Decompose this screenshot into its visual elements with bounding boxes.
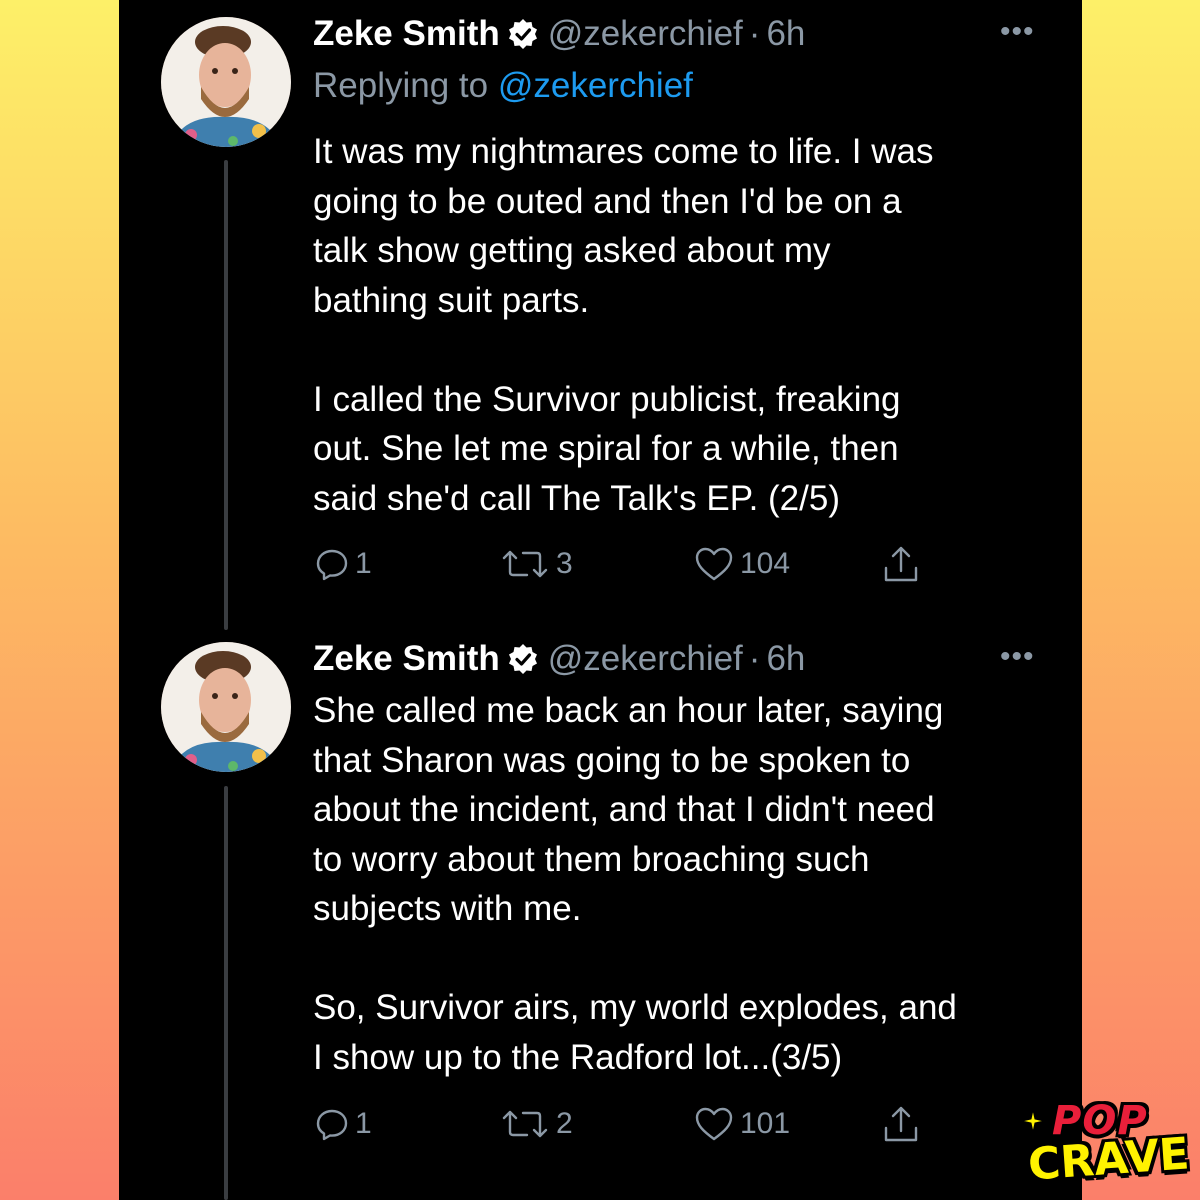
more-options-icon[interactable]: ••• [1000, 642, 1035, 677]
retweet-icon [500, 1107, 556, 1141]
like-count: 101 [740, 1107, 791, 1140]
verified-badge-icon [508, 644, 538, 674]
avatar[interactable] [161, 17, 291, 147]
timestamp[interactable]: 6h [766, 12, 805, 56]
like-button[interactable]: 101 [694, 1102, 790, 1146]
heart-icon [694, 546, 740, 582]
author-name[interactable]: Zeke Smith [313, 12, 500, 56]
avatar[interactable] [161, 642, 291, 772]
retweet-button[interactable]: 2 [500, 1102, 573, 1146]
like-button[interactable]: 104 [694, 542, 790, 586]
reply-count: 1 [355, 547, 372, 580]
reply-button[interactable]: 1 [315, 1102, 372, 1146]
separator-dot: · [748, 14, 761, 53]
author-handle[interactable]: @zekerchief [548, 12, 743, 56]
separator-dot: · [748, 639, 761, 678]
tweet-actions: 1 2 101 [0, 1102, 1200, 1146]
share-icon [882, 1104, 926, 1144]
pop-crave-logo: POP CRAVE [1022, 1098, 1191, 1192]
retweet-count: 2 [556, 1107, 573, 1140]
share-icon [882, 544, 926, 584]
share-button[interactable] [882, 542, 926, 586]
tweet-actions: 1 3 104 [0, 542, 1200, 586]
retweet-button[interactable]: 3 [500, 542, 573, 586]
logo-crave-text: CRAVE [1026, 1128, 1191, 1191]
share-button[interactable] [882, 1102, 926, 1146]
reply-icon [315, 547, 355, 581]
retweet-icon [500, 547, 556, 581]
tweet-header: Zeke Smith @zekerchief · 6h [313, 637, 805, 681]
reply-icon [315, 1107, 355, 1141]
like-count: 104 [740, 547, 791, 580]
tweet-text: She called me back an hour later, saying… [313, 691, 957, 1077]
tweet-header: Zeke Smith @zekerchief · 6h [313, 12, 805, 56]
sparkle-icon [1022, 1110, 1044, 1132]
heart-icon [694, 1106, 740, 1142]
author-name[interactable]: Zeke Smith [313, 637, 500, 681]
replying-to: Replying to @zekerchief [313, 64, 693, 108]
replying-label: Replying to [313, 66, 489, 105]
author-handle[interactable]: @zekerchief [548, 637, 743, 681]
retweet-count: 3 [556, 547, 573, 580]
replying-mention-link[interactable]: @zekerchief [498, 66, 693, 105]
reply-count: 1 [355, 1107, 372, 1140]
timestamp[interactable]: 6h [766, 637, 805, 681]
more-options-icon[interactable]: ••• [1000, 17, 1035, 52]
reply-button[interactable]: 1 [315, 542, 372, 586]
tweet-text: It was my nightmares come to life. I was… [313, 132, 934, 518]
verified-badge-icon [508, 19, 538, 49]
